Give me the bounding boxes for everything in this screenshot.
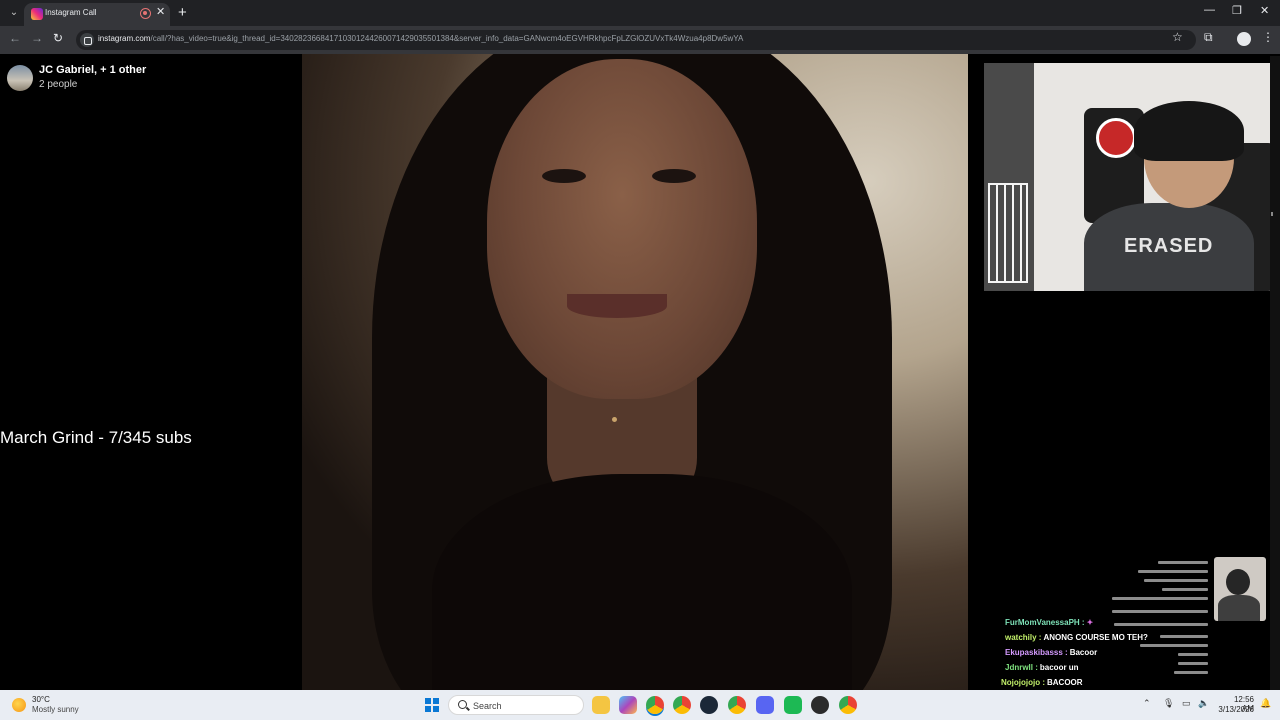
video-mouth — [567, 294, 667, 318]
tab-close-icon[interactable]: ✕ — [156, 5, 165, 18]
mirrored-chat-line — [1162, 588, 1208, 591]
chat-text: ANONG COURSE MO TEH? — [1043, 633, 1148, 642]
window-close-button[interactable]: ✕ — [1260, 4, 1269, 17]
video-face-shape — [487, 59, 757, 399]
chat-text: BACOOR — [1047, 678, 1083, 687]
weather-description[interactable]: Mostly sunny — [32, 705, 79, 714]
scroll-indicator — [1271, 212, 1273, 216]
chrome-icon[interactable] — [673, 696, 691, 714]
chat-username: watchily : — [1005, 633, 1042, 642]
pip-logo-icon — [1096, 118, 1136, 158]
clock-date[interactable]: 3/13/2026 — [1216, 705, 1254, 714]
weather-temperature[interactable]: 30°C — [32, 695, 50, 704]
video-pendant-shape — [612, 417, 617, 422]
forward-button[interactable]: → — [31, 31, 43, 45]
chrome-active-icon[interactable] — [646, 696, 664, 714]
chat-message: watchily : ANONG COURSE MO TEH? — [1005, 633, 1148, 642]
call-title: JC Gabriel, + 1 other — [39, 64, 147, 76]
browser-menu-icon[interactable]: ⋮ — [1262, 30, 1274, 44]
copilot-icon[interactable] — [619, 696, 637, 714]
discord-icon[interactable] — [756, 696, 774, 714]
tab-title: Instagram Call — [45, 8, 97, 17]
mirrored-chat-line — [1138, 570, 1208, 573]
stream-chat-overlay: FurMomVanessaPH : ✦ watchily : ANONG COURS… — [1000, 614, 1270, 694]
emote-icon: ✦ — [1086, 618, 1094, 627]
mini-cam-head — [1226, 569, 1250, 595]
mirrored-chat-line — [1112, 610, 1208, 613]
tray-overflow-icon[interactable]: ⌃ — [1143, 698, 1151, 709]
main-video-feed — [302, 54, 968, 690]
chat-text: bacoor un — [1039, 663, 1079, 672]
browser-toolbar: ← → ↻ instagram.com/call/?has_video=true… — [0, 26, 1280, 54]
recording-icon — [140, 8, 151, 19]
search-placeholder: Search — [473, 701, 502, 711]
mirrored-streamer-cam — [1214, 557, 1266, 621]
steam-icon[interactable] — [700, 696, 718, 714]
chat-username: Jdnrwll : — [1005, 663, 1038, 672]
obs-icon[interactable] — [811, 696, 829, 714]
browser-tab-strip: ⌄ Instagram Call ✕ + — ❐ ✕ — [0, 0, 1280, 26]
url-text: instagram.com/call/?has_video=true&ig_th… — [98, 34, 743, 43]
tab-instagram-call[interactable]: Instagram Call ✕ — [24, 3, 170, 26]
chat-username: Nojojojojo : — [1001, 678, 1045, 687]
url-host: instagram.com — [98, 34, 151, 43]
windows-taskbar: 30°C Mostly sunny Search ⌃ 🎙 ▭ 🔈 12:56 A… — [0, 690, 1280, 720]
url-path: /call/?has_video=true&ig_thread_id=34028… — [150, 34, 744, 43]
back-button[interactable]: ← — [9, 31, 21, 45]
group-avatar — [7, 65, 33, 91]
taskbar-search-box[interactable]: Search — [448, 695, 584, 715]
chat-text: Bacoor — [1069, 648, 1098, 657]
chrome-window-icon[interactable] — [839, 696, 857, 714]
tab-search-icon[interactable]: ⌄ — [6, 5, 22, 21]
start-icon-divider — [425, 704, 439, 706]
microphone-icon[interactable]: 🎙 — [1163, 698, 1174, 709]
chat-username: Ekupaskibasss : — [1005, 648, 1068, 657]
new-tab-button[interactable]: + — [178, 4, 187, 21]
self-view-video[interactable]: ERASED — [984, 63, 1280, 291]
network-icon[interactable]: ▭ — [1182, 698, 1191, 709]
maximize-button[interactable]: ❐ — [1232, 4, 1242, 17]
video-shirt-shape — [432, 474, 852, 690]
chat-message: Nojojojojo : BACOOR — [1001, 678, 1083, 687]
search-icon — [458, 700, 467, 709]
address-bar[interactable]: instagram.com/call/?has_video=true&ig_th… — [76, 30, 1196, 50]
scrollbar[interactable] — [1270, 56, 1280, 690]
bookmark-star-icon[interactable]: ☆ — [1172, 30, 1183, 44]
mirrored-chat-line — [1112, 597, 1208, 600]
chrome-profile-icon[interactable] — [728, 696, 746, 714]
call-participants: 2 people — [39, 79, 78, 90]
volume-icon[interactable]: 🔈 — [1198, 698, 1209, 709]
site-info-icon[interactable] — [80, 33, 94, 47]
pip-shirt-text: ERASED — [1124, 235, 1214, 257]
mirrored-chat-line — [1158, 561, 1208, 564]
reload-button[interactable]: ↻ — [53, 31, 63, 45]
stream-goal-text: March Grind - 7/345 subs — [0, 428, 192, 447]
notification-bell-icon[interactable]: 🔔 — [1260, 698, 1271, 709]
profile-avatar[interactable] — [1237, 32, 1251, 46]
minimize-button[interactable]: — — [1204, 4, 1215, 16]
chat-username: FurMomVanessaPH : — [1005, 618, 1085, 627]
video-eye-right — [652, 169, 696, 183]
pip-hair — [1134, 101, 1244, 161]
mirrored-chat-line — [1144, 579, 1208, 582]
instagram-icon — [31, 8, 43, 20]
pip-baby-gate — [988, 183, 1028, 283]
video-eye-left — [542, 169, 586, 183]
extensions-icon[interactable]: ⧉ — [1204, 30, 1213, 45]
weather-sun-icon[interactable] — [12, 698, 26, 712]
app-green-icon[interactable] — [784, 696, 802, 714]
chat-message: FurMomVanessaPH : ✦ — [1005, 618, 1093, 627]
call-page: JC Gabriel, + 1 other 2 people March Gri… — [0, 54, 1280, 690]
file-explorer-icon[interactable] — [592, 696, 610, 714]
chat-message: Jdnrwll : bacoor un — [1005, 663, 1079, 672]
chat-message: Ekupaskibasss : Bacoor — [1005, 648, 1097, 657]
